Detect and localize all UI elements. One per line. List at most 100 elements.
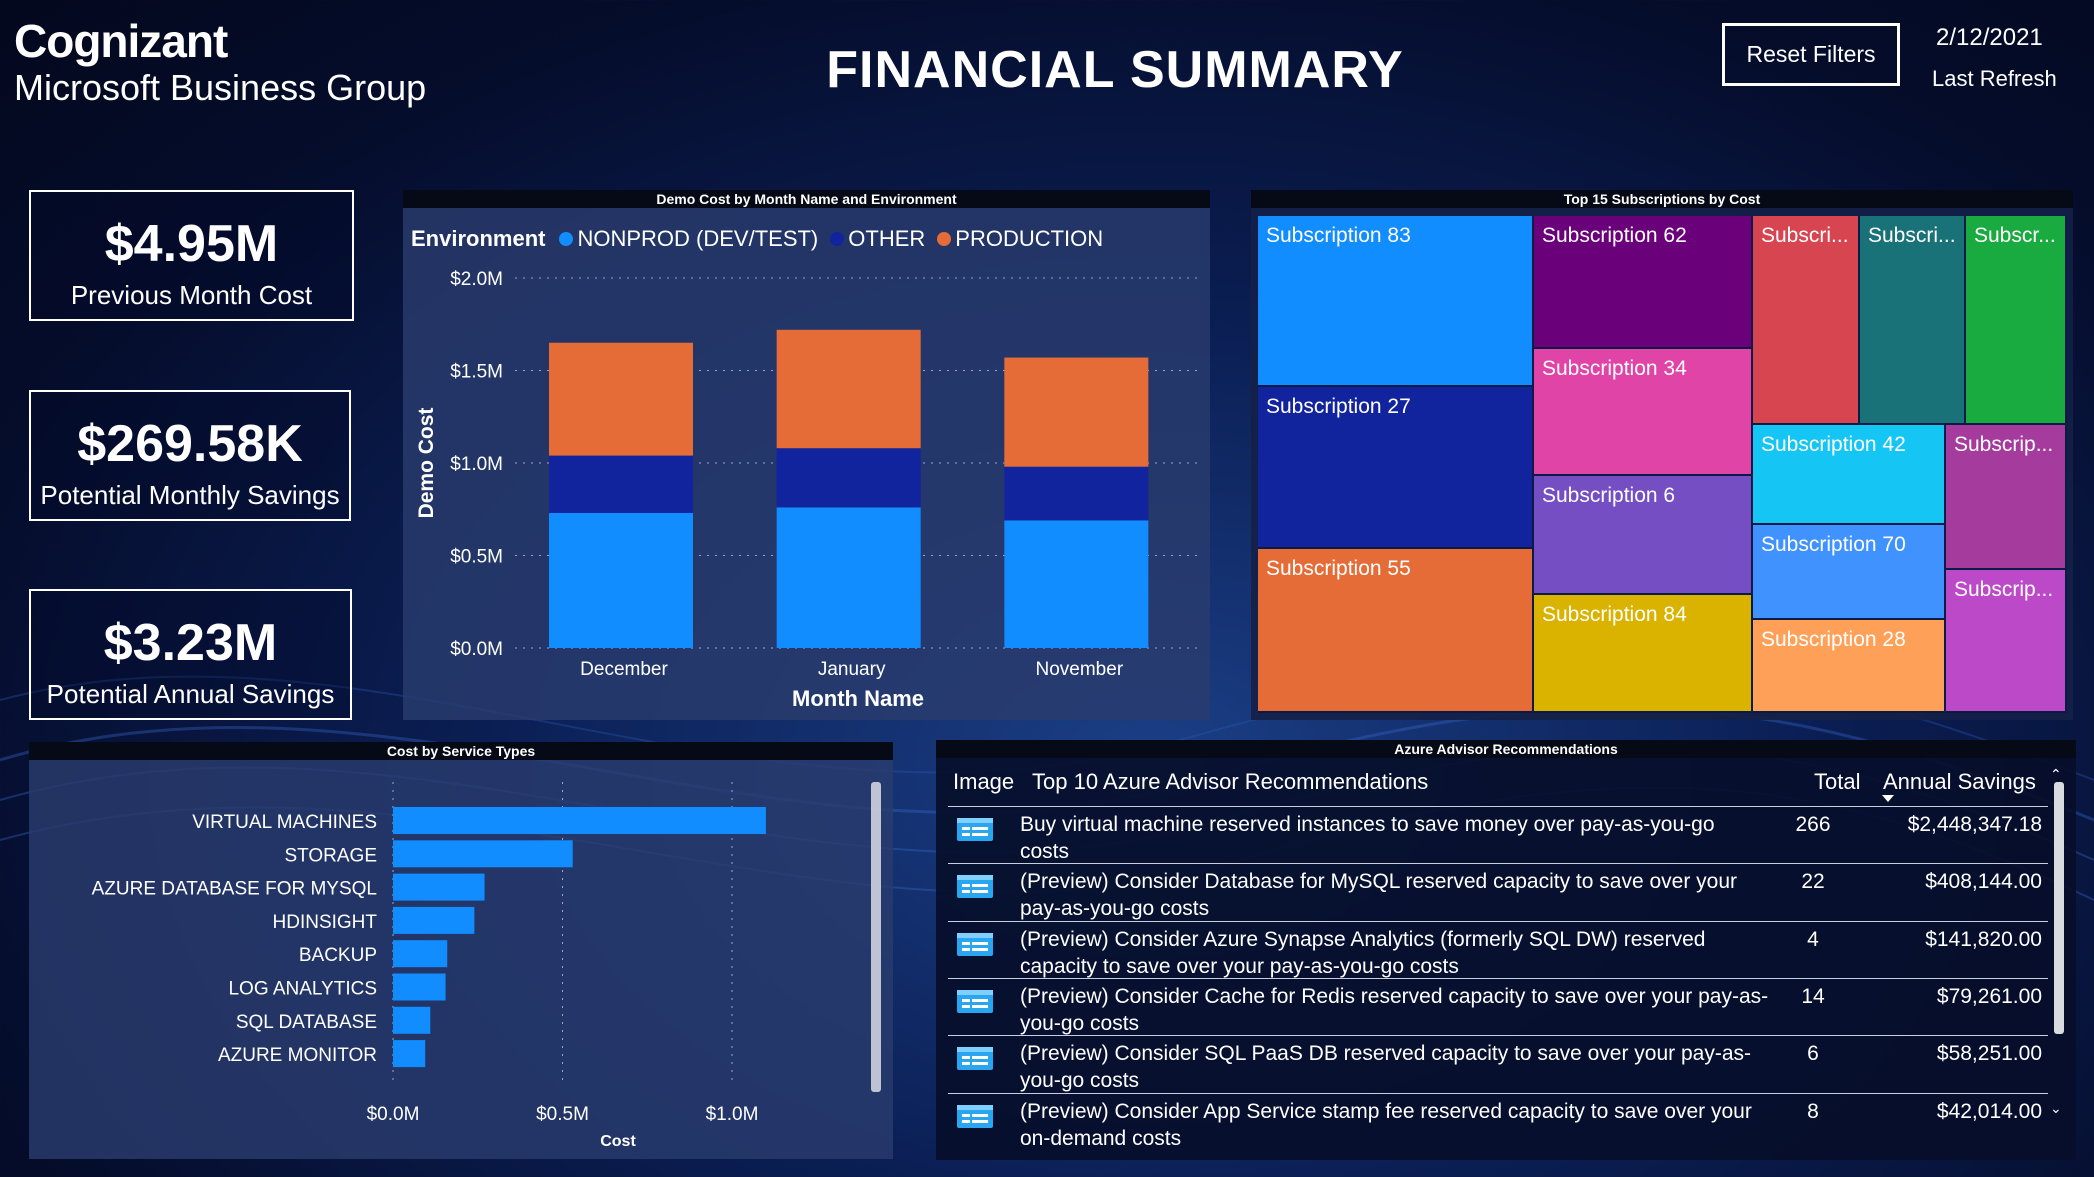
treemap-tile[interactable]: Subscri... xyxy=(1860,216,1966,425)
cost-by-month-panel[interactable]: Demo Cost by Month Name and Environment … xyxy=(403,190,1210,720)
kpi-card-potential-monthly-savings[interactable]: $269.58K Potential Monthly Savings xyxy=(29,390,351,521)
scrollbar-thumb[interactable] xyxy=(2054,782,2064,1034)
scrollbar-thumb[interactable] xyxy=(871,782,881,1092)
table-row[interactable]: (Preview) Consider Database for MySQL re… xyxy=(948,863,2048,920)
x-tick-label: $0.5M xyxy=(536,1104,589,1125)
stacked-bar-chart: $0.0M $0.5M $1.0M $1.5M $2.0M December January… xyxy=(415,269,1198,711)
total-value: 266 xyxy=(1795,813,1831,836)
treemap-tile[interactable]: Subscr... xyxy=(1966,216,2067,425)
advisor-panel[interactable]: Azure Advisor Recommendations Image Top … xyxy=(936,740,2076,1160)
advisor-recommendation-icon xyxy=(957,1104,993,1128)
kpi-label: Potential Annual Savings xyxy=(46,679,335,709)
treemap-tile[interactable]: Subscription 27 xyxy=(1258,387,1534,549)
recommendation-text: (Preview) Consider App Service stamp fee… xyxy=(1020,1099,1752,1150)
treemap-tile[interactable]: Subscription 62 xyxy=(1534,216,1753,349)
treemap-tile[interactable]: Subscription 34 xyxy=(1534,349,1753,476)
total-value: 6 xyxy=(1807,1042,1819,1066)
bar-segment-january-1 xyxy=(776,448,921,508)
column-header-image[interactable]: Image xyxy=(953,764,1014,800)
table-row[interactable]: (Preview) Consider SQL PaaS DB reserved … xyxy=(948,1035,2048,1092)
bar-segment-december-0 xyxy=(549,512,693,648)
column-header-total[interactable]: Total xyxy=(1814,764,1860,800)
treemap: Subscription 83 Subscription 27 Subscripti… xyxy=(1258,216,2067,713)
kpi-card-previous-month-cost[interactable]: $4.95M Previous Month Cost xyxy=(29,190,354,321)
bar-azure-monitor xyxy=(393,1040,426,1068)
category-label: AZURE MONITOR xyxy=(218,1045,377,1066)
total-value: 4 xyxy=(1807,927,1819,951)
cost-by-service-panel[interactable]: Cost by Service Types $0.0M $0.5M $1.0M VIR… xyxy=(29,742,893,1159)
table-row[interactable]: (Preview) Consider App Service stamp fee… xyxy=(948,1092,2048,1150)
kpi-label: Potential Monthly Savings xyxy=(40,480,340,510)
advisor-recommendation-icon xyxy=(957,1047,993,1071)
y-axis-label: Demo Cost xyxy=(415,408,438,519)
column-header-annual-savings[interactable]: Annual Savings xyxy=(1883,764,2036,800)
advisor-recommendation-icon xyxy=(957,989,993,1013)
annual-savings-value: $42,014.00 xyxy=(1936,1099,2042,1123)
kpi-value: $3.23M xyxy=(103,614,278,672)
x-tick-label: $0.0M xyxy=(367,1104,420,1125)
treemap-tile[interactable]: Subscription 6 xyxy=(1534,476,1753,595)
category-label: AZURE DATABASE FOR MYSQL xyxy=(92,879,377,900)
recommendation-text: Buy virtual machine reserved instances t… xyxy=(1020,813,1715,863)
bar-segment-january-0 xyxy=(776,507,921,648)
bar-log-analytics xyxy=(393,973,446,1001)
panel-title: Top 15 Subscriptions by Cost xyxy=(1251,190,2073,208)
y-tick-label: $0.0M xyxy=(450,639,503,660)
scroll-down-icon[interactable]: ⌄ xyxy=(2050,1100,2062,1117)
treemap-tile[interactable]: Subscri... xyxy=(1753,216,1860,425)
bar-virtual-machines xyxy=(393,807,766,834)
column-header-recommendation[interactable]: Top 10 Azure Advisor Recommendations xyxy=(1032,764,1428,800)
recommendation-text: (Preview) Consider Azure Synapse Analyti… xyxy=(1020,927,1706,978)
treemap-tile[interactable]: Subscription 28 xyxy=(1753,620,1946,713)
annual-savings-value: $79,261.00 xyxy=(1936,984,2042,1008)
bar-hdinsight xyxy=(393,906,475,934)
x-tick-label: January xyxy=(818,659,886,680)
refresh-date: 2/12/2021 xyxy=(1936,24,2043,51)
y-tick-label: $0.5M xyxy=(450,547,503,568)
treemap-tile[interactable]: Subscription 55 xyxy=(1258,549,1534,713)
recommendation-text: (Preview) Consider Cache for Redis reser… xyxy=(1020,984,1769,1035)
table-row[interactable]: (Preview) Consider Cache for Redis reser… xyxy=(948,977,2048,1035)
bar-segment-december-2 xyxy=(549,342,693,456)
table-row[interactable]: Buy virtual machine reserved instances t… xyxy=(948,806,2048,863)
table-row[interactable]: (Preview) Consider Azure Synapse Analyti… xyxy=(948,920,2048,978)
kpi-value: $4.95M xyxy=(104,215,279,273)
y-tick-label: $2.0M xyxy=(450,269,503,290)
refresh-label: Last Refresh xyxy=(1932,66,2057,91)
kpi-card-potential-annual-savings[interactable]: $3.23M Potential Annual Savings xyxy=(29,589,352,720)
treemap-tile[interactable]: Subscription 70 xyxy=(1753,525,1946,620)
recommendation-text: (Preview) Consider SQL PaaS DB reserved … xyxy=(1020,1042,1752,1093)
y-tick-label: $1.5M xyxy=(450,362,503,383)
recommendation-text: (Preview) Consider Database for MySQL re… xyxy=(1020,870,1738,921)
bar-segment-january-2 xyxy=(776,329,921,449)
annual-savings-value: $2,448,347.18 xyxy=(1907,813,2042,836)
sort-desc-icon[interactable] xyxy=(1882,795,1894,802)
x-tick-label: $1.0M xyxy=(706,1104,759,1125)
treemap-tile[interactable]: Subscription 83 xyxy=(1258,216,1534,387)
kpi-value: $269.58K xyxy=(77,415,303,473)
horizontal-bar-chart: $0.0M $0.5M $1.0M VIRTUAL MACHINES STORAGE AZ… xyxy=(92,782,766,1150)
reset-filters-button[interactable]: Reset Filters xyxy=(1722,23,1900,86)
treemap-tile[interactable]: Subscription 84 xyxy=(1534,595,1753,713)
treemap-tile[interactable]: Subscription 42 xyxy=(1753,425,1946,525)
x-tick-label: December xyxy=(580,659,668,680)
x-axis-label: Cost xyxy=(600,1133,636,1150)
bar-segment-december-1 xyxy=(549,455,693,513)
column-header-annual-savings-label: Annual Savings xyxy=(1883,769,2036,794)
treemap-tile[interactable]: Subscrip... xyxy=(1946,570,2067,713)
bar-segment-november-1 xyxy=(1004,466,1149,521)
top-subscriptions-panel[interactable]: Top 15 Subscriptions by Cost Subscriptio… xyxy=(1251,190,2073,720)
category-label: VIRTUAL MACHINES xyxy=(192,812,377,833)
kpi-label: Previous Month Cost xyxy=(70,280,313,310)
category-label: SQL DATABASE xyxy=(236,1012,377,1033)
category-label: BACKUP xyxy=(299,945,377,966)
advisor-recommendation-icon xyxy=(957,875,993,899)
panel-title: Azure Advisor Recommendations xyxy=(936,740,2076,758)
y-tick-label: $1.0M xyxy=(450,454,503,475)
advisor-recommendation-icon xyxy=(957,818,993,841)
treemap-tile[interactable]: Subscrip... xyxy=(1946,425,2067,570)
scroll-up-icon[interactable]: ⌃ xyxy=(2050,766,2062,783)
total-value: 22 xyxy=(1801,870,1825,894)
x-tick-label: November xyxy=(1036,659,1124,680)
x-axis-label: Month Name xyxy=(792,686,924,711)
